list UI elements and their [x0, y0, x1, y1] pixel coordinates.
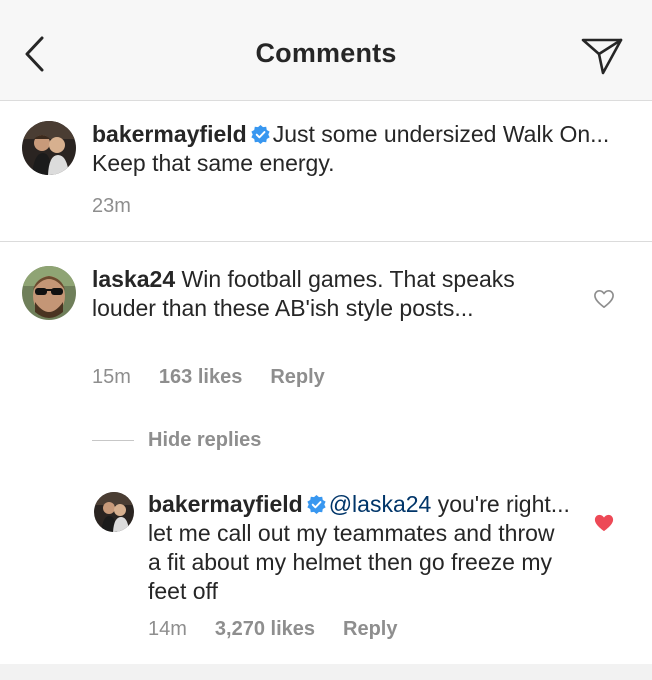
caption-username[interactable]: bakermayfield [92, 121, 247, 147]
divider-line [92, 439, 134, 441]
comments-header: Comments [0, 0, 652, 101]
hide-replies-label: Hide replies [148, 428, 262, 451]
hide-replies-button[interactable]: Hide replies [92, 428, 261, 452]
verified-badge-icon [307, 495, 326, 514]
page-title: Comments [255, 38, 397, 68]
reply-button[interactable]: Reply [270, 366, 324, 388]
mention-link[interactable]: @laska24 [329, 491, 432, 517]
avatar-photo [22, 266, 76, 320]
avatar-photo [94, 492, 134, 532]
reply-text: bakermayfield @laska24 you're right... le… [148, 490, 573, 606]
comment-meta: 15m 163 likes Reply [92, 366, 353, 389]
caption: bakermayfield Just some undersized Walk O… [0, 101, 652, 242]
avatar-photo [22, 121, 76, 175]
avatar[interactable] [94, 492, 134, 532]
comment-likes[interactable]: 163 likes [159, 366, 242, 388]
caption-meta: 23m [92, 195, 159, 218]
share-button[interactable] [580, 36, 624, 76]
comment-time: 15m [92, 366, 131, 388]
reply-username[interactable]: bakermayfield [148, 491, 303, 517]
reply-button[interactable]: Reply [343, 618, 397, 640]
bottom-divider [0, 664, 652, 680]
comment-username[interactable]: laska24 [92, 266, 175, 292]
reply-likes[interactable]: 3,270 likes [215, 618, 315, 640]
reply-meta: 14m 3,270 likes Reply [148, 618, 425, 641]
liked-heart-icon[interactable] [593, 513, 615, 533]
direct-send-icon [581, 38, 623, 75]
avatar[interactable] [22, 266, 76, 320]
avatar[interactable] [22, 121, 76, 175]
reply-time: 14m [148, 618, 187, 640]
comment-text: laska24 Win football games. That speaks … [92, 265, 532, 323]
verified-badge-icon [251, 125, 270, 144]
like-heart-icon[interactable] [593, 289, 615, 309]
caption-time: 23m [92, 195, 131, 217]
caption-text: bakermayfield Just some undersized Walk O… [92, 120, 622, 178]
